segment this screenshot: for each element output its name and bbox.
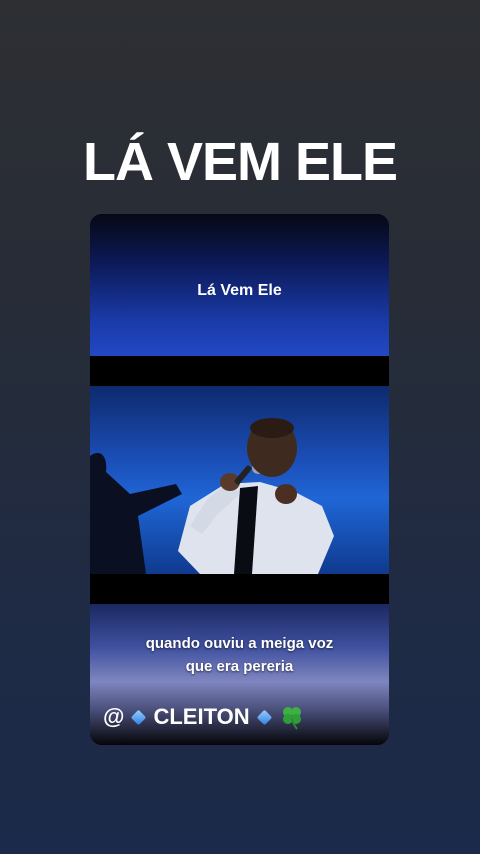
video-top-panel: Lá Vem Ele: [90, 214, 389, 356]
signature-at: @: [103, 704, 125, 729]
video-frame[interactable]: [90, 386, 389, 574]
letterbox-bar-top: [90, 356, 389, 386]
video-title-caption: Lá Vem Ele: [197, 282, 282, 299]
subtitle-line-2: que era pereria: [185, 658, 294, 675]
creator-signature[interactable]: @ CLEITON: [103, 702, 305, 732]
story-headline: LÁ VEM ELE: [82, 132, 398, 192]
four-leaf-clover-icon: [282, 707, 301, 730]
small-blue-diamond-icon: [131, 709, 147, 725]
letterbox-bar-bottom: [90, 574, 389, 604]
subtitle-line-1: quando ouviu a meiga voz: [145, 635, 334, 652]
signature-name: CLEITON: [153, 704, 250, 729]
video-card[interactable]: Lá Vem Ele quando ouviu a meiga voz que …: [90, 214, 389, 745]
small-blue-diamond-icon: [256, 709, 272, 725]
singer-scene-image: [90, 386, 383, 574]
video-subtitles: quando ouviu a meiga voz que era pereria: [90, 632, 389, 678]
video-bottom-panel: quando ouviu a meiga voz que era pereria…: [90, 604, 389, 745]
